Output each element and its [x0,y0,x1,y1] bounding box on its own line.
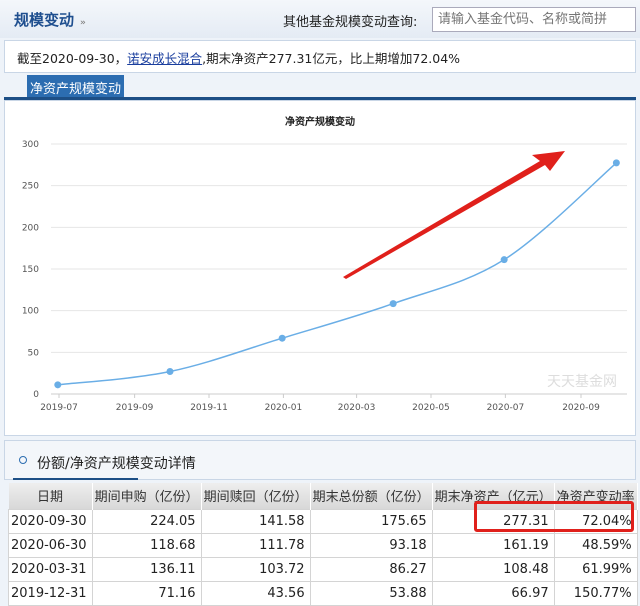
data-point [500,256,508,264]
summary-suffix: ,期末净资产277.31亿元，比上期增加72.04% [202,51,461,66]
table-cell: 2020-03-31 [8,556,93,582]
fund-search-input[interactable] [432,7,636,32]
table-cell: 175.65 [309,508,433,534]
table-cell: 2020-09-30 [8,508,93,534]
tab-net-asset-change[interactable]: 净资产规模变动 [27,75,125,98]
highlight-box [474,501,634,532]
summary-line: 截至2020-09-30，诺安成长混合,期末净资产277.31亿元，比上期增加7… [4,40,636,73]
query-label: 其他基金规模变动查询: [283,15,418,30]
y-tick-label: 100 [22,307,39,317]
section-header: 份额/净资产规模变动详情 [4,440,636,480]
table-cell: 150.77% [553,580,638,606]
column-header: 日期 [8,483,93,509]
table-cell: 2020-06-30 [8,532,93,558]
table-cell: 93.18 [309,532,433,558]
y-tick-label: 300 [22,140,39,150]
column-header: 期间申购（亿份） [92,483,202,509]
data-point [612,159,620,167]
table-row: 2020-06-30 118.68 111.78 93.18 161.19 48.59% [8,532,638,558]
x-tick-label: 2020-05 [412,403,450,413]
x-tick-label: 2019-07 [40,403,78,413]
table-cell: 86.27 [309,556,433,582]
column-header: 期间赎回（亿份） [201,483,311,509]
data-point [389,300,397,308]
header-bar: 规模变动» 其他基金规模变动查询: [0,0,640,38]
y-tick-label: 200 [22,223,39,233]
net-asset-chart: 净资产规模变动 0 50 100 150 200 250 300 2019-07 2019-09 2… [22,115,627,413]
table-cell: 43.56 [200,580,311,606]
table-row: 2020-03-31 136.11 103.72 86.27 108.48 61.99% [8,556,638,582]
y-tick-label: 250 [22,182,39,192]
watermark: 天天基金网 [547,373,617,390]
summary-prefix: 截至2020-09-30， [17,51,128,66]
section-underline [13,478,138,480]
column-header: 期末总份额（亿份） [310,483,433,509]
x-tick-label: 2020-03 [338,403,376,413]
table-cell: 118.68 [91,532,202,558]
table-cell: 61.99% [553,556,638,582]
table-cell: 71.16 [91,580,202,606]
table-cell: 111.78 [200,532,311,558]
table-cell: 161.19 [431,532,555,558]
data-point [54,381,62,389]
table-cell: 136.11 [91,556,202,582]
section-title: 份额/净资产规模变动详情 [37,456,196,472]
page-title: 规模变动» [14,11,86,29]
circle-bullet-icon [19,456,27,464]
chart-panel: 净资产规模变动 0 50 100 150 200 250 300 2019-07 2019-09 2… [4,100,636,436]
table-cell: 48.59% [553,532,638,558]
table-cell: 141.58 [200,508,311,534]
data-point [166,368,174,375]
table-row: 2019-12-31 71.16 43.56 53.88 66.97 150.77% [8,580,638,606]
table-cell: 2019-12-31 [8,580,93,606]
table-cell: 224.05 [91,508,202,534]
y-tick-label: 150 [22,265,39,275]
title-mark: » [80,18,86,28]
series-line [57,162,617,386]
x-tick-label: 2019-09 [116,403,154,413]
x-tick-label: 2020-07 [487,403,525,413]
data-point [278,334,286,342]
table-cell: 108.48 [431,556,555,582]
x-tick-label: 2019-11 [190,403,228,413]
chart-title: 净资产规模变动 [285,115,355,128]
fund-name-link[interactable]: 诺安成长混合 [127,51,202,66]
table-cell: 53.88 [309,580,433,606]
x-tick-label: 2020-09 [562,403,600,413]
x-tick-label: 2020-01 [265,403,303,413]
y-tick-label: 50 [28,348,40,358]
red-arrow-icon [343,151,565,279]
table-cell: 66.97 [431,580,555,606]
y-tick-label: 0 [33,390,39,400]
table-cell: 103.72 [200,556,311,582]
